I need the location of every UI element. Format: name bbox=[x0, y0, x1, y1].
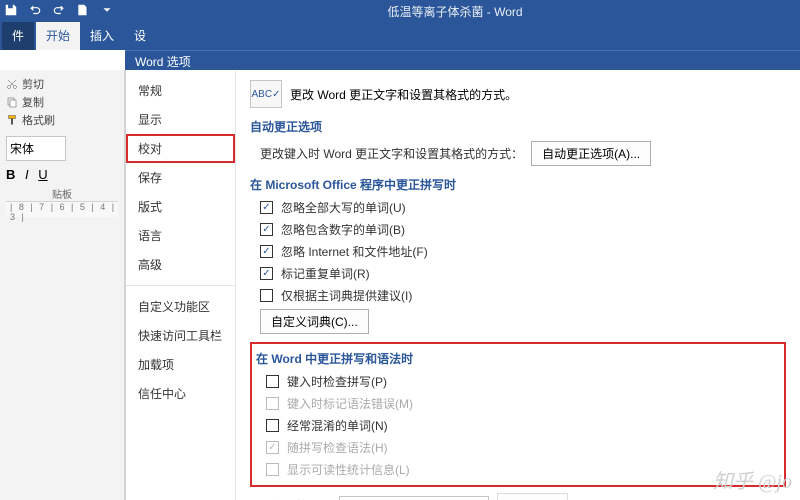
proofing-header-text: 更改 Word 更正文字和设置其格式的方式。 bbox=[290, 86, 517, 103]
writing-style-settings-button: 设置(T)... bbox=[497, 493, 568, 500]
section-office-spelling: 在 Microsoft Office 程序中更正拼写时 bbox=[250, 176, 786, 193]
underline-button[interactable]: U bbox=[38, 167, 47, 182]
cb-readability-stats bbox=[266, 463, 279, 476]
title-bar: 低温等离子体杀菌 - Word bbox=[0, 0, 800, 22]
cb-ignore-internet[interactable] bbox=[260, 245, 273, 258]
autocorrect-options-button[interactable]: 自动更正选项(A)... bbox=[531, 141, 651, 166]
clipboard-group-label: 贴板 bbox=[6, 186, 118, 201]
ruler: | 8 | 7 | 6 | 5 | 4 | 3 | bbox=[6, 201, 118, 217]
section-word-spelling: 在 Word 中更正拼写和语法时 bbox=[256, 350, 780, 367]
tab-home[interactable]: 开始 bbox=[36, 22, 80, 50]
options-dialog-title: Word 选项 bbox=[125, 50, 800, 70]
tab-file[interactable]: 件 bbox=[2, 22, 34, 50]
opt-proofing[interactable]: 校对 bbox=[126, 134, 235, 163]
tab-insert[interactable]: 插入 bbox=[80, 22, 124, 50]
copy-button[interactable]: 复制 bbox=[6, 94, 118, 110]
proofing-header-icon: ABC✓ bbox=[250, 80, 282, 108]
cb-mark-grammar-typing bbox=[266, 397, 279, 410]
autocorrect-desc: 更改键入时 Word 更正文字和设置其格式的方式： bbox=[260, 145, 523, 162]
section-autocorrect: 自动更正选项 bbox=[250, 118, 786, 135]
cb-ignore-numbers[interactable] bbox=[260, 223, 273, 236]
opt-addins[interactable]: 加载项 bbox=[126, 350, 235, 379]
opt-general[interactable]: 常规 bbox=[126, 76, 235, 105]
cb-check-spelling-typing[interactable] bbox=[266, 375, 279, 388]
cb-ignore-uppercase[interactable] bbox=[260, 201, 273, 214]
cb-grammar-with-spelling bbox=[266, 441, 279, 454]
cb-flag-repeated[interactable] bbox=[260, 267, 273, 280]
ribbon-tabs: 件 开始 插入 设 bbox=[0, 22, 800, 50]
cb-main-dict-only[interactable] bbox=[260, 289, 273, 302]
opt-trust-center[interactable]: 信任中心 bbox=[126, 379, 235, 408]
writing-style-select: ▾ bbox=[339, 496, 489, 500]
cut-button[interactable]: 剪切 bbox=[6, 76, 118, 92]
opt-advanced[interactable]: 高级 bbox=[126, 250, 235, 279]
save-icon[interactable] bbox=[4, 3, 18, 20]
tab-design[interactable]: 设 bbox=[124, 22, 156, 50]
options-content: ABC✓ 更改 Word 更正文字和设置其格式的方式。 自动更正选项 更改键入时… bbox=[236, 70, 800, 500]
word-options-dialog: 常规 显示 校对 保存 版式 语言 高级 自定义功能区 快速访问工具栏 加载项 … bbox=[125, 70, 800, 500]
ribbon-home-panel: 剪切 复制 格式刷 宋体 B I U 贴板 | 8 | 7 | 6 | 5 | … bbox=[0, 70, 125, 500]
font-name-select[interactable]: 宋体 bbox=[6, 136, 66, 161]
quick-access-toolbar bbox=[4, 3, 114, 20]
bold-button[interactable]: B bbox=[6, 167, 15, 182]
opt-display[interactable]: 显示 bbox=[126, 105, 235, 134]
opt-save[interactable]: 保存 bbox=[126, 163, 235, 192]
cb-confused-words[interactable] bbox=[266, 419, 279, 432]
redo-icon[interactable] bbox=[52, 3, 66, 20]
opt-language[interactable]: 语言 bbox=[126, 221, 235, 250]
opt-quick-access[interactable]: 快速访问工具栏 bbox=[126, 321, 235, 350]
custom-dictionaries-button[interactable]: 自定义词典(C)... bbox=[260, 309, 369, 334]
qat-more-icon[interactable] bbox=[100, 3, 114, 20]
options-sidebar: 常规 显示 校对 保存 版式 语言 高级 自定义功能区 快速访问工具栏 加载项 … bbox=[126, 70, 236, 500]
word-spelling-highlight-box: 在 Word 中更正拼写和语法时 键入时检查拼写(P) 键入时标记语法错误(M)… bbox=[250, 342, 786, 487]
format-painter-button[interactable]: 格式刷 bbox=[6, 112, 118, 128]
new-icon[interactable] bbox=[76, 3, 90, 20]
undo-icon[interactable] bbox=[28, 3, 42, 20]
document-title: 低温等离子体杀菌 - Word bbox=[114, 3, 796, 20]
opt-customize-ribbon[interactable]: 自定义功能区 bbox=[126, 292, 235, 321]
opt-layout[interactable]: 版式 bbox=[126, 192, 235, 221]
italic-button[interactable]: I bbox=[25, 167, 29, 182]
